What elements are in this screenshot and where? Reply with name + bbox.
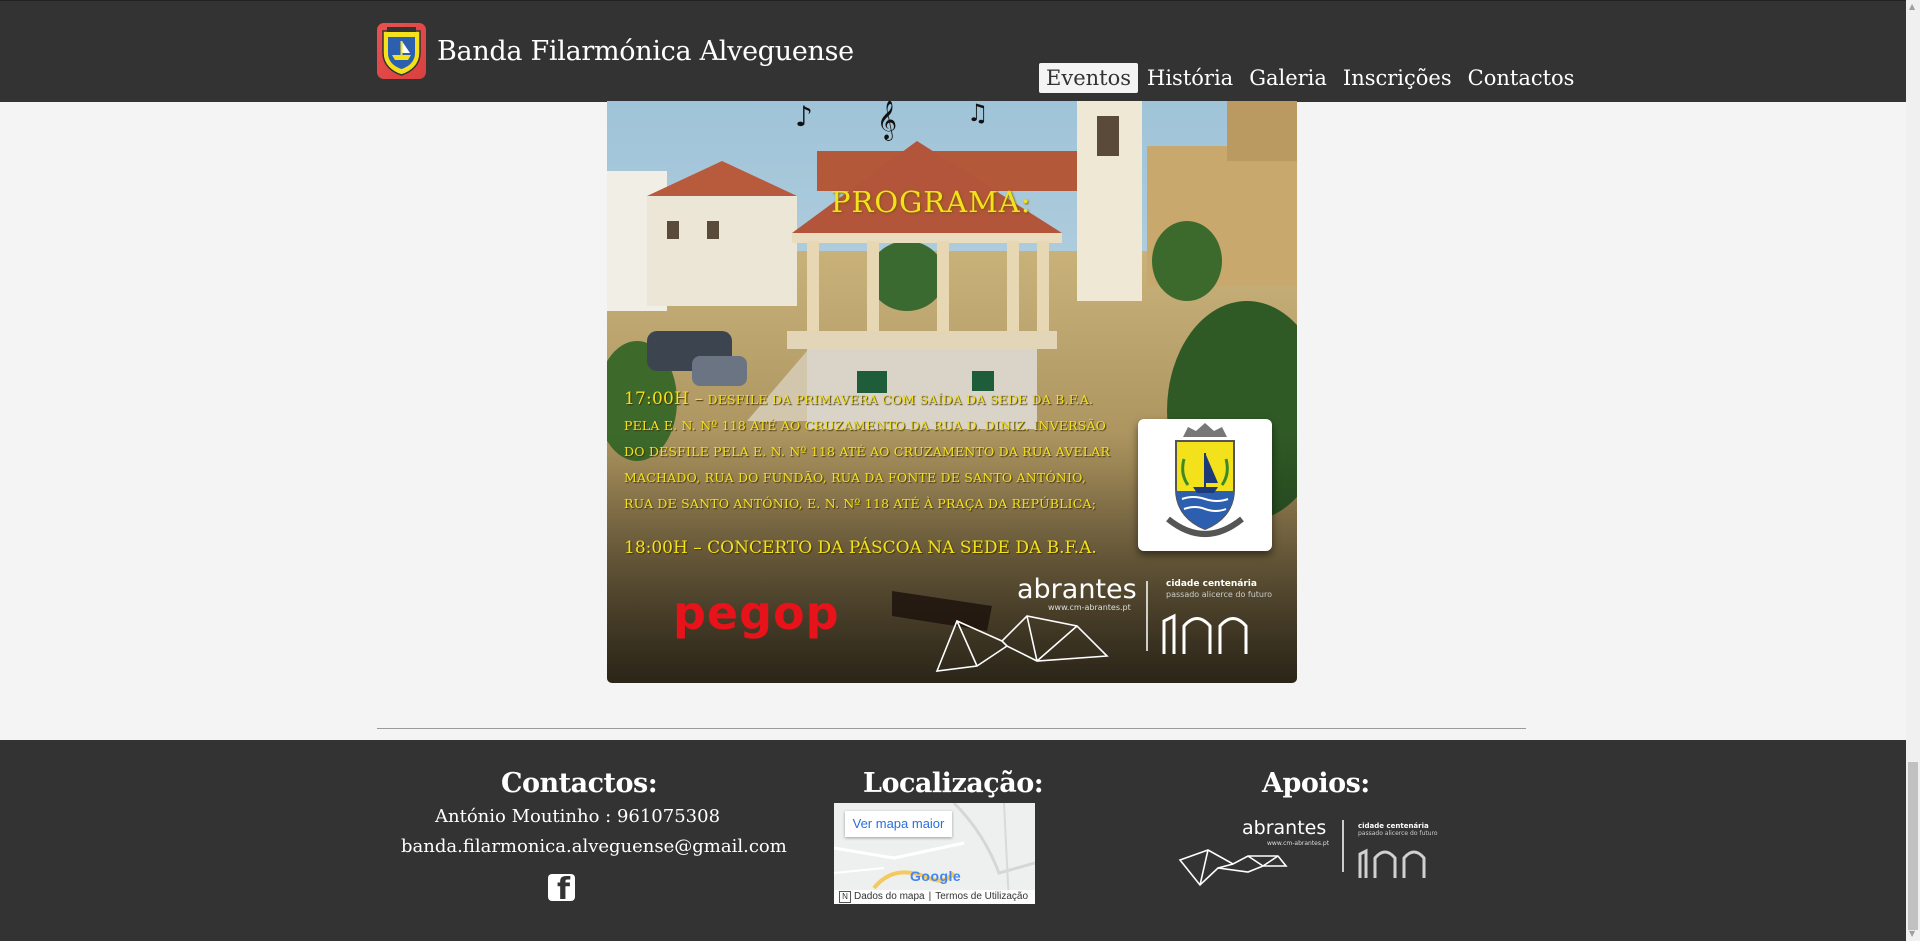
poster-heading: PROGRAMA:	[831, 185, 1032, 219]
section-divider	[377, 728, 1526, 729]
parish-crest-icon	[1166, 423, 1244, 537]
event-poster: ♪ 𝄞 ♫ PROGRAMA: 17:00H – DESFILE DA PRIM…	[607, 101, 1297, 683]
facebook-icon[interactable]: f	[548, 874, 575, 901]
poster-item-1-text: DESFILE DA PRIMAVERA COM SAÍDA DA SEDE D…	[624, 392, 1111, 511]
footer: Contactos: António Moutinho : 961075308 …	[0, 740, 1906, 941]
svg-text:♫: ♫	[967, 101, 989, 127]
scroll-down-icon[interactable]: ▼	[1909, 930, 1917, 938]
contact-person: António Moutinho : 961075308	[435, 806, 721, 827]
nav-item-contactos[interactable]: Contactos	[1461, 63, 1582, 93]
brand-link[interactable]: Banda Filarmónica Alveguense	[377, 23, 854, 79]
poster-centenary-sub: passado alicerce do futuro	[1166, 590, 1272, 599]
location-title: Localização:	[863, 768, 1044, 799]
supports-abrantes-url: www.cm-abrantes.pt	[1267, 840, 1330, 847]
map-attribution: N Dados do mapa | Termos de Utilização	[834, 890, 1035, 904]
scroll-thumb[interactable]	[1908, 762, 1918, 930]
map-data-link[interactable]: Dados do mapa	[854, 891, 925, 902]
google-logo: Google	[910, 868, 962, 884]
keyboard-shortcuts-icon[interactable]: N	[839, 891, 851, 903]
nav-item-eventos[interactable]: Eventos	[1039, 63, 1139, 93]
contact-email[interactable]: banda.filarmonica.alveguense@gmail.com	[401, 836, 787, 857]
nav-item-historia[interactable]: História	[1140, 63, 1240, 93]
map-terms-link[interactable]: Termos de Utilização	[935, 891, 1028, 902]
poster-abrantes-wordmark: abrantes	[1017, 574, 1137, 605]
parish-crest	[1138, 419, 1272, 551]
navbar: Banda Filarmónica Alveguense Eventos His…	[0, 0, 1906, 102]
supports-centenary: cidade centenária	[1358, 822, 1429, 830]
main-nav: Eventos História Galeria Inscrições Cont…	[1039, 63, 1583, 93]
pegop-logo: pegop	[673, 586, 840, 640]
supports-centenary-sub: passado alicerce do futuro	[1358, 830, 1438, 837]
brand-title: Banda Filarmónica Alveguense	[437, 35, 854, 67]
svg-text:♪: ♪	[795, 101, 813, 133]
location-map[interactable]: Ver mapa maior Google N Dados do mapa | Ter…	[834, 803, 1035, 904]
poster-item-1-time: 17:00H –	[624, 389, 704, 409]
nav-item-galeria[interactable]: Galeria	[1242, 63, 1334, 93]
svg-text:𝄞: 𝄞	[877, 101, 897, 141]
poster-item-2: 18:00H – CONCERTO DA PÁSCOA NA SEDE DA B…	[624, 538, 1097, 558]
page-scrollbar[interactable]: ▲ ▼	[1906, 0, 1920, 941]
poster-item-1: 17:00H – DESFILE DA PRIMAVERA COM SAÍDA …	[624, 386, 1119, 517]
supports-title: Apoios:	[1262, 768, 1370, 799]
view-larger-map-button[interactable]: Ver mapa maior	[845, 811, 952, 837]
supports-abrantes-wordmark: abrantes	[1242, 817, 1327, 839]
poster-abrantes-url: www.cm-abrantes.pt	[1048, 603, 1131, 612]
contacts-title: Contactos:	[501, 768, 658, 799]
crest-icon	[377, 23, 426, 79]
poster-centenary: cidade centenária	[1166, 579, 1257, 589]
scroll-up-icon[interactable]: ▲	[1909, 3, 1917, 11]
supporter-logo[interactable]: abrantes www.cm-abrantes.pt cidade cente…	[1178, 817, 1438, 890]
nav-item-inscricoes[interactable]: Inscrições	[1336, 63, 1459, 93]
